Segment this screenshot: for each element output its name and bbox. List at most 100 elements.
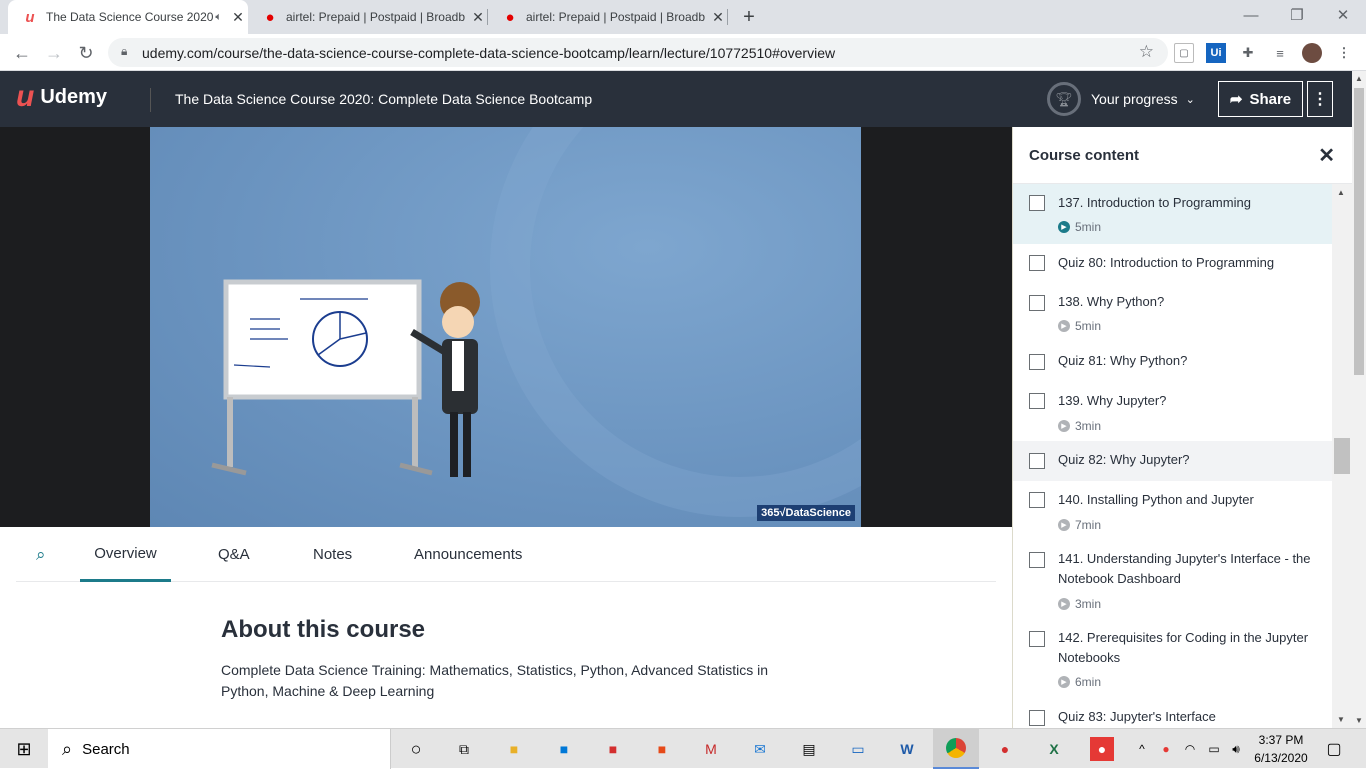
completion-checkbox[interactable] — [1029, 631, 1045, 647]
document-app-icon[interactable]: ▤ — [797, 737, 821, 761]
computer-app-icon[interactable]: ▭ — [846, 737, 870, 761]
sidebar-scrollbar[interactable]: ▲ ▼ — [1332, 184, 1353, 728]
notification-icon[interactable]: ▢ — [1322, 737, 1346, 761]
close-window-icon[interactable]: ✕ — [1320, 0, 1366, 30]
airtel-app-icon[interactable]: ● — [993, 737, 1017, 761]
more-options-button[interactable]: ⋮ — [1307, 81, 1333, 117]
tab-overview[interactable]: Overview — [80, 527, 171, 582]
extensions-puzzle-icon[interactable]: ✚ — [1238, 43, 1258, 63]
lecture-item[interactable]: 141. Understanding Jupyter's Interface -… — [1013, 541, 1332, 619]
completion-checkbox[interactable] — [1029, 710, 1045, 726]
close-tab-icon[interactable]: ✕ — [468, 9, 488, 26]
lecture-title: 141. Understanding Jupyter's Interface -… — [1058, 551, 1311, 586]
taskbar-clock[interactable]: 3:37 PM 6/13/2020 — [1248, 731, 1314, 767]
minimize-icon[interactable]: — — [1228, 0, 1274, 30]
task-view-icon[interactable]: ⧉ — [452, 737, 476, 761]
extension-icon[interactable]: ▢ — [1174, 43, 1194, 63]
duration-text: 5min — [1075, 220, 1102, 234]
lecture-item[interactable]: 137. Introduction to Programming ▶ 5min — [1013, 184, 1332, 244]
store-icon[interactable]: ■ — [552, 737, 576, 761]
trophy-icon: 🏆︎ — [1047, 82, 1081, 116]
completion-checkbox[interactable] — [1029, 195, 1045, 211]
chrome-taskbar-button[interactable] — [933, 729, 979, 769]
reader-app-icon[interactable]: ■ — [601, 737, 625, 761]
close-icon[interactable]: ✕ — [1318, 143, 1335, 168]
completion-checkbox[interactable] — [1029, 552, 1045, 568]
lecture-item[interactable]: 139. Why Jupyter? ▶ 3min — [1013, 384, 1332, 441]
logo-text: Udemy — [40, 85, 108, 108]
file-explorer-icon[interactable]: ■ — [502, 737, 526, 761]
scroll-up-icon[interactable]: ▲ — [1355, 74, 1363, 83]
udemy-logo[interactable]: u Udemy — [16, 82, 108, 112]
excel-icon[interactable]: X — [1042, 737, 1066, 761]
tab-qa[interactable]: Q&A — [218, 527, 250, 582]
tab-notes[interactable]: Notes — [313, 527, 352, 582]
taskbar-search[interactable]: ⌕ Search — [48, 729, 391, 769]
video-player[interactable]: 365√DataScience — [0, 17, 1012, 527]
scroll-down-icon[interactable]: ▼ — [1337, 715, 1345, 724]
mail-icon[interactable]: ✉ — [748, 737, 772, 761]
back-icon[interactable]: ← — [8, 39, 36, 67]
windows-start-icon[interactable]: ⊞ — [12, 737, 36, 761]
scrollbar-thumb[interactable] — [1354, 88, 1364, 375]
date: 6/13/2020 — [1254, 751, 1308, 765]
restore-icon[interactable]: ❐ — [1274, 0, 1320, 30]
share-button[interactable]: ➦ Share — [1218, 81, 1303, 117]
course-title[interactable]: The Data Science Course 2020: Complete D… — [175, 91, 592, 107]
profile-avatar[interactable] — [1302, 43, 1322, 63]
wifi-icon[interactable]: ◠ — [1178, 737, 1202, 761]
completion-checkbox[interactable] — [1029, 295, 1045, 311]
lecture-item[interactable]: 138. Why Python? ▶ 5min — [1013, 284, 1332, 344]
volume-icon[interactable]: 🔊︎ — [1224, 737, 1248, 761]
lecture-duration: ▶ 3min — [1058, 597, 1101, 611]
close-tab-icon[interactable]: ✕ — [708, 9, 728, 26]
search-icon[interactable]: ⌕ — [36, 527, 46, 582]
progress-dropdown[interactable]: 🏆︎ Your progress ⌄ — [1047, 82, 1195, 116]
cortana-icon[interactable]: ○ — [404, 737, 428, 761]
mcafee-icon[interactable]: M — [699, 737, 723, 761]
quiz-item[interactable]: Quiz 83: Jupyter's Interface — [1013, 698, 1332, 728]
browser-tab-airtel-1[interactable]: ● airtel: Prepaid | Postpaid | Broadb ✕ — [248, 0, 488, 34]
video-frame[interactable]: 365√DataScience — [150, 17, 990, 527]
battery-icon[interactable]: ▭ — [1202, 737, 1226, 761]
quiz-item[interactable]: Quiz 80: Introduction to Programming — [1013, 244, 1332, 284]
share-icon: ➦ — [1229, 91, 1243, 108]
lecture-illustration — [211, 17, 990, 517]
page-scrollbar[interactable]: ▲ ▼ — [1352, 71, 1366, 728]
completion-checkbox[interactable] — [1029, 255, 1045, 271]
play-icon: ▶ — [1058, 221, 1070, 233]
airtel-tray-icon[interactable]: ● — [1154, 737, 1178, 761]
close-tab-icon[interactable]: ✕ — [228, 9, 248, 26]
tab-announcements[interactable]: Announcements — [414, 527, 522, 582]
lecture-title: 142. Prerequisites for Coding in the Jup… — [1058, 630, 1309, 665]
browser-menu-icon[interactable]: ⋮ — [1334, 43, 1354, 63]
bookmark-star-icon[interactable]: ☆ — [1139, 42, 1154, 62]
browser-tab-airtel-2[interactable]: ● airtel: Prepaid | Postpaid | Broadb ✕ — [488, 0, 728, 34]
show-hidden-icons[interactable]: ^ — [1130, 737, 1154, 761]
quiz-item[interactable]: Quiz 81: Why Python? — [1013, 344, 1332, 384]
address-bar[interactable]: 🔒︎ udemy.com/course/the-data-science-cou… — [108, 38, 1168, 67]
scrollbar-thumb[interactable] — [1334, 438, 1350, 474]
lecture-duration: ▶ 5min — [1058, 319, 1101, 333]
browser-tab-udemy[interactable]: u The Data Science Course 2020 🔈︎ ✕ — [8, 0, 248, 34]
scroll-down-icon[interactable]: ▼ — [1355, 716, 1363, 725]
browser-tab-bar: u The Data Science Course 2020 🔈︎ ✕ ● ai… — [0, 0, 1366, 34]
new-tab-button[interactable]: + — [736, 4, 762, 30]
completion-checkbox[interactable] — [1029, 453, 1045, 469]
forward-icon[interactable]: → — [40, 39, 68, 67]
uipath-extension-icon[interactable]: Ui — [1206, 43, 1226, 63]
completion-checkbox[interactable] — [1029, 393, 1045, 409]
scroll-up-icon[interactable]: ▲ — [1337, 188, 1345, 197]
completion-checkbox[interactable] — [1029, 492, 1045, 508]
powerpoint-icon[interactable]: ■ — [650, 737, 674, 761]
completion-checkbox[interactable] — [1029, 354, 1045, 370]
media-control-icon[interactable]: ≡ — [1270, 43, 1290, 63]
audio-icon[interactable]: 🔈︎ — [215, 11, 222, 24]
reload-icon[interactable]: ↻ — [72, 39, 100, 67]
lecture-item[interactable]: 142. Prerequisites for Coding in the Jup… — [1013, 619, 1332, 698]
lecture-item[interactable]: 140. Installing Python and Jupyter ▶ 7min — [1013, 481, 1332, 541]
quiz-item[interactable]: Quiz 82: Why Jupyter? — [1013, 441, 1332, 481]
word-icon[interactable]: W — [895, 737, 919, 761]
search-icon: ⌕ — [62, 738, 73, 759]
airtel-taskbar-icon[interactable]: ● — [1090, 737, 1114, 761]
